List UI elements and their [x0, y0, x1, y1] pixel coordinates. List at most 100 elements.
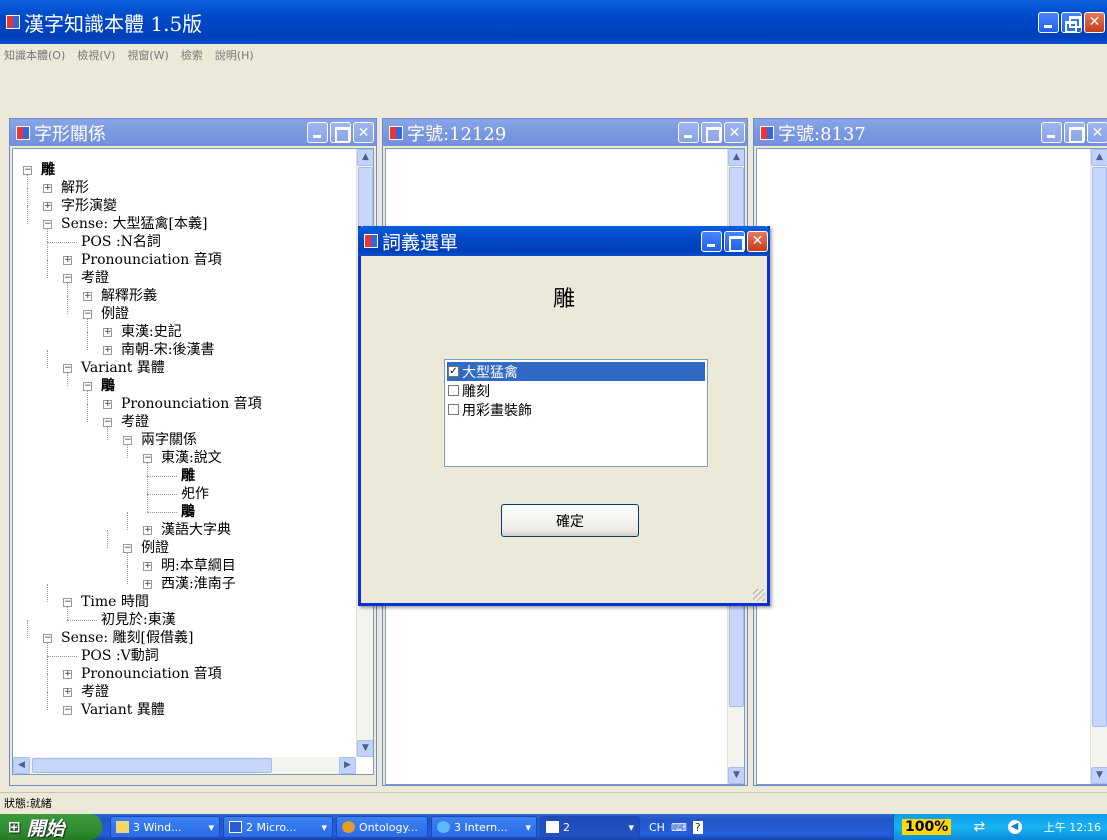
tree-node-label[interactable]: Time 時間	[81, 593, 149, 611]
expand-icon[interactable]: +	[43, 202, 52, 211]
expand-icon[interactable]: +	[83, 292, 92, 301]
collapse-icon[interactable]: −	[123, 436, 132, 445]
task-microsoft-word[interactable]: 2 Micro... ▾	[223, 816, 333, 838]
tree-node-label[interactable]: 字形演變	[61, 197, 117, 215]
menu-window[interactable]: 視窗(W)	[127, 47, 168, 63]
tree-node-label[interactable]: 解釋形義	[101, 287, 157, 305]
network-icon[interactable]: ⇄	[974, 819, 986, 835]
tree-node-label[interactable]: POS :V動詞	[81, 647, 159, 665]
scroll-thumb-horizontal[interactable]	[32, 758, 272, 773]
scroll-down-button[interactable]: ▼	[357, 740, 373, 757]
tree-node-label[interactable]: 鵰	[181, 503, 195, 521]
tree-node-label[interactable]: 雕	[41, 161, 55, 179]
back-arrow-icon[interactable]: ◀	[1007, 820, 1022, 834]
checkbox[interactable]	[448, 404, 459, 415]
collapse-icon[interactable]: −	[63, 706, 72, 715]
tree-node-label[interactable]: 漢語大字典	[161, 521, 231, 539]
collapse-icon[interactable]: −	[83, 382, 92, 391]
dialog-close-button[interactable]: ✕	[747, 230, 768, 252]
scroll-up-button[interactable]: ▲	[357, 149, 373, 166]
tree-node-label[interactable]: 初見於:東漢	[101, 611, 176, 629]
tree-node-label[interactable]: POS :N名詞	[81, 233, 161, 251]
app-close-button[interactable]: ✕	[1084, 11, 1105, 33]
tree-view[interactable]: − Variant 異體 + 考證 + Pronounciation 音項 POS :V動詞…	[12, 148, 374, 775]
task-ontology[interactable]: Ontology...	[336, 816, 428, 838]
panel-title-bar[interactable]: 字號:12129 ✕	[383, 119, 747, 146]
dialog-minimize-button[interactable]	[701, 230, 722, 252]
resize-grip[interactable]	[753, 589, 765, 601]
keyboard-icon[interactable]: ⌨	[671, 821, 687, 834]
expand-icon[interactable]: +	[143, 526, 152, 535]
collapse-icon[interactable]: −	[123, 544, 132, 553]
collapse-icon[interactable]: −	[63, 274, 72, 283]
menu-search[interactable]: 檢索	[181, 47, 203, 63]
zoom-indicator[interactable]: 100%	[902, 819, 952, 835]
expand-icon[interactable]: +	[103, 328, 112, 337]
tree-node-label[interactable]: 例證	[101, 305, 129, 323]
expand-icon[interactable]: +	[143, 580, 152, 589]
tree-node-label[interactable]: Pronounciation 音項	[121, 395, 262, 413]
app-minimize-button[interactable]	[1038, 11, 1059, 33]
expand-icon[interactable]: +	[63, 670, 72, 679]
tree-node-label[interactable]: 鵰	[101, 377, 115, 395]
panel-close-button[interactable]: ✕	[724, 122, 745, 143]
tree-node-label[interactable]: Variant 異體	[81, 359, 165, 377]
panel-close-button[interactable]: ✕	[353, 122, 374, 143]
scroll-left-button[interactable]: ◀	[13, 757, 30, 774]
sense-option-3[interactable]: 用彩畫裝飾	[447, 400, 705, 419]
sense-option-2[interactable]: 雕刻	[447, 381, 705, 400]
scroll-down-button[interactable]: ▼	[728, 767, 744, 784]
panel-maximize-button[interactable]	[701, 122, 722, 143]
tree-node-label[interactable]: 兩字關係	[141, 431, 197, 449]
sense-option-1[interactable]: ✓ 大型猛禽	[447, 362, 705, 381]
scroll-up-button[interactable]: ▲	[1091, 149, 1107, 166]
checkbox[interactable]	[448, 385, 459, 396]
horizontal-scrollbar[interactable]: ◀ ▶	[13, 757, 356, 774]
collapse-icon[interactable]: −	[63, 598, 72, 607]
panel-title-bar[interactable]: 字號:8137 ✕	[754, 119, 1107, 146]
panel-minimize-button[interactable]	[307, 122, 328, 143]
app-restore-button[interactable]	[1061, 11, 1082, 33]
tree-node-label[interactable]: 雕	[181, 467, 195, 485]
collapse-icon[interactable]: −	[43, 220, 52, 229]
tree-node-label[interactable]: Sense: 大型猛禽[本義]	[61, 215, 207, 233]
app-title-bar[interactable]: 漢字知識本體 1.5版 ✕	[0, 0, 1107, 44]
scroll-up-button[interactable]: ▲	[728, 149, 744, 166]
tree-node-label[interactable]: 考證	[81, 683, 109, 701]
task-internet-explorer[interactable]: 3 Intern... ▾	[431, 816, 537, 838]
menu-view[interactable]: 檢視(V)	[77, 47, 115, 63]
tree-node-label[interactable]: Pronounciation 音項	[81, 665, 222, 683]
panel-maximize-button[interactable]	[330, 122, 351, 143]
tree-view[interactable]: +Time 時間+春秋:論語−例證琱通雕−漢語大字典−兩字關係−考證+現代音廣韻…	[756, 148, 1107, 785]
tree-node-label[interactable]: 解形	[61, 179, 89, 197]
ok-button[interactable]: 確定	[501, 504, 639, 537]
scroll-thumb[interactable]	[1092, 167, 1107, 727]
dialog-title-bar[interactable]: 詞義選單 ✕	[358, 226, 770, 256]
dialog-maximize-button[interactable]	[724, 230, 745, 252]
collapse-icon[interactable]: −	[63, 364, 72, 373]
panel-maximize-button[interactable]	[1064, 122, 1085, 143]
expand-icon[interactable]: +	[103, 346, 112, 355]
tree-node-label[interactable]: 例證	[141, 539, 169, 557]
collapse-icon[interactable]: −	[103, 418, 112, 427]
tree-node-label[interactable]: 考證	[81, 269, 109, 287]
collapse-icon[interactable]: −	[43, 634, 52, 643]
panel-minimize-button[interactable]	[1041, 122, 1062, 143]
panel-title-bar[interactable]: 字形關係 ✕	[10, 119, 376, 146]
tree-node-label[interactable]: 明:本草綱目	[161, 557, 236, 575]
sense-listbox[interactable]: ✓ 大型猛禽 雕刻 用彩畫裝飾	[444, 359, 708, 467]
tree-node-label[interactable]: 𢀸作	[181, 485, 209, 503]
language-bar[interactable]: CH ⌨?	[649, 820, 703, 834]
tree-node-label[interactable]: Sense: 雕刻[假借義]	[61, 629, 193, 647]
collapse-icon[interactable]: −	[83, 310, 92, 319]
collapse-icon[interactable]: −	[143, 454, 152, 463]
tree-node-label[interactable]: 考證	[121, 413, 149, 431]
panel-minimize-button[interactable]	[678, 122, 699, 143]
panel-close-button[interactable]: ✕	[1087, 122, 1107, 143]
expand-icon[interactable]: +	[43, 184, 52, 193]
checkbox[interactable]: ✓	[448, 366, 459, 377]
collapse-icon[interactable]: −	[23, 166, 32, 175]
expand-icon[interactable]: +	[63, 688, 72, 697]
vertical-scrollbar[interactable]: ▲ ▼	[1090, 149, 1107, 784]
tree-node-label[interactable]: Pronounciation 音項	[81, 251, 222, 269]
